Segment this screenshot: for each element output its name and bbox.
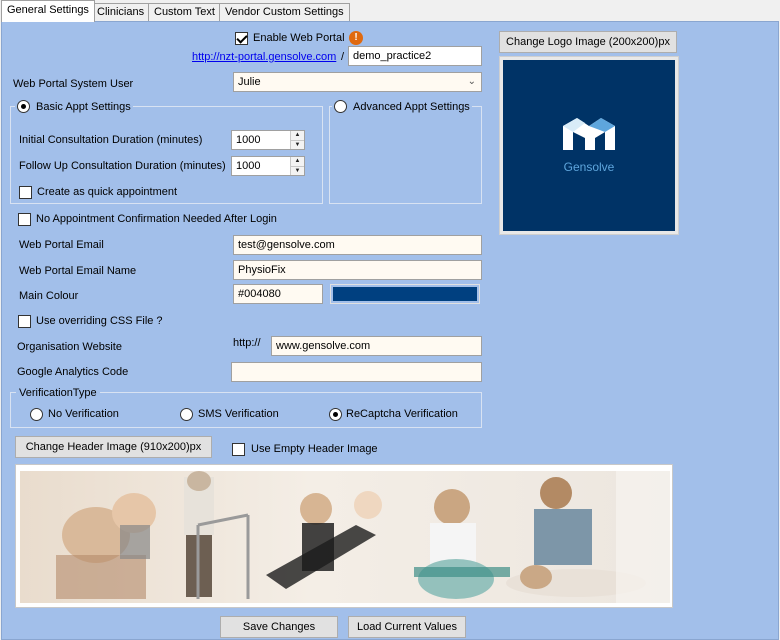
main-colour-input[interactable]: #004080 (233, 284, 323, 304)
system-user-label: Web Portal System User (13, 78, 134, 90)
portal-email-name-input[interactable]: PhysioFix (233, 260, 482, 280)
gensolve-logo-icon (563, 118, 615, 150)
spin-up-icon[interactable]: ▲ (291, 131, 304, 140)
main-colour-swatch[interactable] (330, 284, 480, 304)
initial-duration-label: Initial Consultation Duration (minutes) (19, 134, 203, 146)
portal-email-label: Web Portal Email (19, 239, 104, 251)
portal-email-name-label: Web Portal Email Name (19, 265, 137, 277)
change-logo-image-button[interactable]: Change Logo Image (200x200)px (499, 31, 677, 53)
advanced-appt-label: Advanced Appt Settings (353, 101, 470, 113)
portal-url-link[interactable]: http://nzt-portal.gensolve.com (192, 50, 336, 64)
initial-duration-stepper[interactable]: 1000 ▲ ▼ (231, 130, 305, 150)
system-user-select[interactable]: Julie ⌄ (233, 72, 482, 92)
tab-clinicians[interactable]: Clinicians (91, 3, 151, 22)
change-header-image-button[interactable]: Change Header Image (910x200)px (15, 436, 212, 458)
no-verification-radio[interactable] (30, 408, 43, 421)
portal-email-input[interactable]: test@gensolve.com (233, 235, 482, 255)
tab-vendor-custom-settings[interactable]: Vendor Custom Settings (219, 3, 350, 22)
spin-down-icon[interactable]: ▼ (291, 140, 304, 149)
analytics-input[interactable] (231, 362, 482, 382)
quick-appointment-label: Create as quick appointment (37, 186, 178, 198)
enable-web-portal-label: Enable Web Portal (253, 32, 345, 44)
basic-appt-radio[interactable] (17, 100, 30, 113)
basic-appt-label: Basic Appt Settings (36, 101, 131, 113)
sms-verification-label: SMS Verification (198, 408, 279, 420)
website-prefix: http:// (233, 337, 261, 349)
recaptcha-verification-radio[interactable] (329, 408, 342, 421)
followup-duration-value: 1000 (236, 160, 261, 172)
advanced-appt-header: Advanced Appt Settings (332, 99, 472, 115)
url-separator: / (341, 51, 345, 63)
logo-preview: Gensolve (503, 60, 675, 231)
no-verification-label: No Verification (48, 408, 119, 420)
tab-strip: General Settings Clinicians Custom Text … (0, 0, 780, 22)
quick-appointment-checkbox[interactable] (19, 186, 32, 199)
basic-appt-header: Basic Appt Settings (15, 99, 133, 115)
advanced-appt-radio[interactable] (334, 100, 347, 113)
css-override-checkbox[interactable] (18, 315, 31, 328)
header-image-preview (15, 464, 673, 608)
initial-duration-value: 1000 (236, 134, 261, 146)
website-input[interactable]: www.gensolve.com (271, 336, 482, 356)
warning-icon: ! (349, 31, 363, 45)
system-user-value: Julie (238, 76, 261, 88)
verification-title: VerificationType (16, 386, 100, 400)
chevron-down-icon: ⌄ (467, 76, 476, 87)
followup-duration-label: Follow Up Consultation Duration (minutes… (19, 160, 226, 172)
no-confirmation-checkbox[interactable] (18, 213, 31, 226)
colour-swatch-fill (333, 287, 477, 301)
practice-path-input[interactable]: demo_practice2 (348, 46, 482, 66)
save-changes-button[interactable]: Save Changes (220, 616, 338, 638)
recaptcha-verification-label: ReCaptcha Verification (346, 408, 458, 420)
load-current-values-button[interactable]: Load Current Values (348, 616, 466, 638)
spin-up-icon[interactable]: ▲ (291, 157, 304, 166)
initial-duration-spin[interactable]: ▲ ▼ (290, 131, 304, 149)
empty-header-checkbox[interactable] (232, 443, 245, 456)
enable-web-portal-checkbox[interactable] (235, 32, 248, 45)
main-colour-label: Main Colour (19, 290, 79, 302)
spin-down-icon[interactable]: ▼ (291, 166, 304, 175)
no-confirmation-label: No Appointment Confirmation Needed After… (36, 213, 277, 225)
followup-duration-spin[interactable]: ▲ ▼ (290, 157, 304, 175)
logo-brand-text: Gensolve (563, 160, 615, 174)
advanced-appt-group (329, 106, 482, 204)
website-label: Organisation Website (17, 341, 122, 353)
followup-duration-stepper[interactable]: 1000 ▲ ▼ (231, 156, 305, 176)
analytics-label: Google Analytics Code (17, 366, 129, 378)
sms-verification-radio[interactable] (180, 408, 193, 421)
css-override-label: Use overriding CSS File ? (36, 315, 163, 327)
tab-general-settings[interactable]: General Settings (1, 0, 95, 22)
settings-panel: Enable Web Portal ! http://nzt-portal.ge… (1, 21, 779, 640)
tab-custom-text[interactable]: Custom Text (148, 3, 221, 22)
empty-header-label: Use Empty Header Image (251, 443, 378, 455)
header-image-illustration (20, 471, 670, 603)
logo-preview-frame: Gensolve (499, 56, 679, 235)
